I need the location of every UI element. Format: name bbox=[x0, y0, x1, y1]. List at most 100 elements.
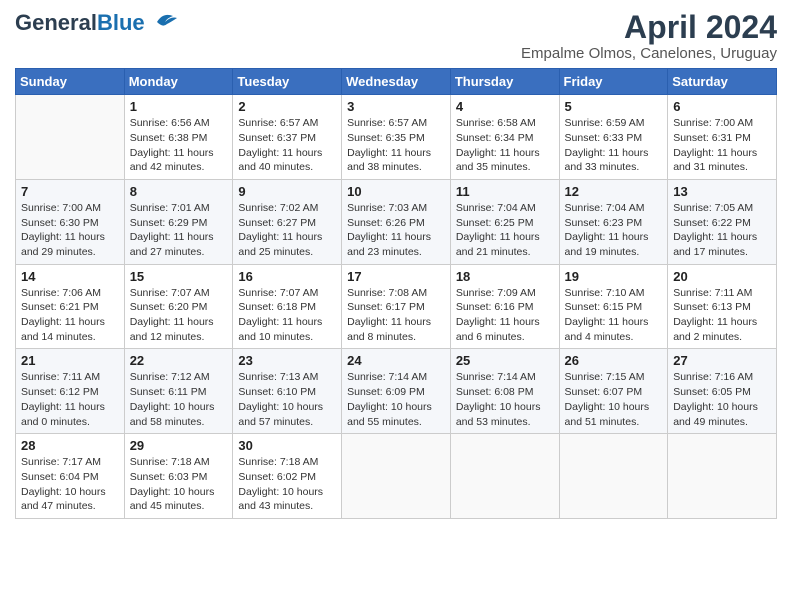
day-number: 2 bbox=[238, 99, 336, 114]
header-thursday: Thursday bbox=[450, 69, 559, 95]
header-row: SundayMondayTuesdayWednesdayThursdayFrid… bbox=[16, 69, 777, 95]
day-cell: 4 Sunrise: 6:58 AM Sunset: 6:34 PM Daylig… bbox=[450, 95, 559, 180]
day-number: 25 bbox=[456, 353, 554, 368]
month-title: April 2024 bbox=[521, 10, 777, 45]
day-info: Sunrise: 7:18 AM Sunset: 6:02 PM Dayligh… bbox=[238, 455, 336, 514]
day-cell: 19 Sunrise: 7:10 AM Sunset: 6:15 PM Dayli… bbox=[559, 264, 668, 349]
day-number: 3 bbox=[347, 99, 445, 114]
day-cell: 6Sunrise: 7:00 AM Sunset: 6:31 PM Daylig… bbox=[668, 95, 777, 180]
day-number: 30 bbox=[238, 438, 336, 453]
day-cell bbox=[450, 434, 559, 519]
header-tuesday: Tuesday bbox=[233, 69, 342, 95]
header-friday: Friday bbox=[559, 69, 668, 95]
day-cell: 22Sunrise: 7:12 AM Sunset: 6:11 PM Dayli… bbox=[124, 349, 233, 434]
day-number: 22 bbox=[130, 353, 228, 368]
day-cell: 28 Sunrise: 7:17 AM Sunset: 6:04 PM Dayli… bbox=[16, 434, 125, 519]
day-cell: 7 Sunrise: 7:00 AM Sunset: 6:30 PM Daylig… bbox=[16, 179, 125, 264]
day-info: Sunrise: 7:11 AM Sunset: 6:12 PM Dayligh… bbox=[21, 370, 119, 429]
day-cell: 10 Sunrise: 7:03 AM Sunset: 6:26 PM Dayli… bbox=[342, 179, 451, 264]
header-sunday: Sunday bbox=[16, 69, 125, 95]
day-cell: 17Sunrise: 7:08 AM Sunset: 6:17 PM Dayli… bbox=[342, 264, 451, 349]
day-number: 16 bbox=[238, 269, 336, 284]
day-info: Sunrise: 6:57 AM Sunset: 6:35 PM Dayligh… bbox=[347, 116, 445, 175]
day-cell bbox=[668, 434, 777, 519]
day-number: 6 bbox=[673, 99, 771, 114]
day-number: 26 bbox=[565, 353, 663, 368]
day-number: 23 bbox=[238, 353, 336, 368]
day-cell: 25 Sunrise: 7:14 AM Sunset: 6:08 PM Dayli… bbox=[450, 349, 559, 434]
day-info: Sunrise: 7:14 AM Sunset: 6:08 PM Dayligh… bbox=[456, 370, 554, 429]
day-number: 24 bbox=[347, 353, 445, 368]
day-info: Sunrise: 6:57 AM Sunset: 6:37 PM Dayligh… bbox=[238, 116, 336, 175]
logo-blue: Blue bbox=[97, 10, 145, 36]
day-cell: 9 Sunrise: 7:02 AM Sunset: 6:27 PM Daylig… bbox=[233, 179, 342, 264]
day-info: Sunrise: 7:14 AM Sunset: 6:09 PM Dayligh… bbox=[347, 370, 445, 429]
day-number: 1 bbox=[130, 99, 228, 114]
day-info: Sunrise: 6:56 AM Sunset: 6:38 PM Dayligh… bbox=[130, 116, 228, 175]
week-row-1: 1 Sunrise: 6:56 AM Sunset: 6:38 PM Daylig… bbox=[16, 95, 777, 180]
day-info: Sunrise: 7:13 AM Sunset: 6:10 PM Dayligh… bbox=[238, 370, 336, 429]
day-number: 7 bbox=[21, 184, 119, 199]
day-cell: 29Sunrise: 7:18 AM Sunset: 6:03 PM Dayli… bbox=[124, 434, 233, 519]
day-cell: 11Sunrise: 7:04 AM Sunset: 6:25 PM Dayli… bbox=[450, 179, 559, 264]
day-number: 10 bbox=[347, 184, 445, 199]
calendar-header: SundayMondayTuesdayWednesdayThursdayFrid… bbox=[16, 69, 777, 95]
day-cell: 23 Sunrise: 7:13 AM Sunset: 6:10 PM Dayli… bbox=[233, 349, 342, 434]
day-cell: 12Sunrise: 7:04 AM Sunset: 6:23 PM Dayli… bbox=[559, 179, 668, 264]
day-info: Sunrise: 7:09 AM Sunset: 6:16 PM Dayligh… bbox=[456, 286, 554, 345]
page-header: General Blue April 2024 Empalme Olmos, C… bbox=[15, 10, 777, 62]
day-info: Sunrise: 7:00 AM Sunset: 6:30 PM Dayligh… bbox=[21, 201, 119, 260]
day-number: 15 bbox=[130, 269, 228, 284]
day-info: Sunrise: 7:15 AM Sunset: 6:07 PM Dayligh… bbox=[565, 370, 663, 429]
week-row-3: 14 Sunrise: 7:06 AM Sunset: 6:21 PM Dayli… bbox=[16, 264, 777, 349]
header-saturday: Saturday bbox=[668, 69, 777, 95]
day-cell bbox=[342, 434, 451, 519]
day-cell bbox=[559, 434, 668, 519]
week-row-4: 21 Sunrise: 7:11 AM Sunset: 6:12 PM Dayli… bbox=[16, 349, 777, 434]
day-cell: 3 Sunrise: 6:57 AM Sunset: 6:35 PM Daylig… bbox=[342, 95, 451, 180]
day-number: 8 bbox=[130, 184, 228, 199]
day-info: Sunrise: 7:10 AM Sunset: 6:15 PM Dayligh… bbox=[565, 286, 663, 345]
logo-general: General bbox=[15, 10, 97, 36]
day-number: 28 bbox=[21, 438, 119, 453]
day-info: Sunrise: 7:01 AM Sunset: 6:29 PM Dayligh… bbox=[130, 201, 228, 260]
day-number: 4 bbox=[456, 99, 554, 114]
day-info: Sunrise: 7:16 AM Sunset: 6:05 PM Dayligh… bbox=[673, 370, 771, 429]
day-cell: 14 Sunrise: 7:06 AM Sunset: 6:21 PM Dayli… bbox=[16, 264, 125, 349]
week-row-5: 28 Sunrise: 7:17 AM Sunset: 6:04 PM Dayli… bbox=[16, 434, 777, 519]
logo-bird-icon bbox=[147, 10, 179, 32]
day-info: Sunrise: 7:02 AM Sunset: 6:27 PM Dayligh… bbox=[238, 201, 336, 260]
day-info: Sunrise: 6:58 AM Sunset: 6:34 PM Dayligh… bbox=[456, 116, 554, 175]
day-number: 19 bbox=[565, 269, 663, 284]
day-cell: 26 Sunrise: 7:15 AM Sunset: 6:07 PM Dayli… bbox=[559, 349, 668, 434]
day-number: 9 bbox=[238, 184, 336, 199]
day-info: Sunrise: 7:08 AM Sunset: 6:17 PM Dayligh… bbox=[347, 286, 445, 345]
day-cell: 5Sunrise: 6:59 AM Sunset: 6:33 PM Daylig… bbox=[559, 95, 668, 180]
day-info: Sunrise: 7:06 AM Sunset: 6:21 PM Dayligh… bbox=[21, 286, 119, 345]
location-subtitle: Empalme Olmos, Canelones, Uruguay bbox=[521, 45, 777, 62]
day-cell: 15 Sunrise: 7:07 AM Sunset: 6:20 PM Dayli… bbox=[124, 264, 233, 349]
calendar-table: SundayMondayTuesdayWednesdayThursdayFrid… bbox=[15, 68, 777, 519]
day-cell: 20Sunrise: 7:11 AM Sunset: 6:13 PM Dayli… bbox=[668, 264, 777, 349]
day-cell: 30 Sunrise: 7:18 AM Sunset: 6:02 PM Dayli… bbox=[233, 434, 342, 519]
day-info: Sunrise: 7:05 AM Sunset: 6:22 PM Dayligh… bbox=[673, 201, 771, 260]
day-cell: 8 Sunrise: 7:01 AM Sunset: 6:29 PM Daylig… bbox=[124, 179, 233, 264]
day-number: 20 bbox=[673, 269, 771, 284]
day-info: Sunrise: 7:18 AM Sunset: 6:03 PM Dayligh… bbox=[130, 455, 228, 514]
day-cell: 27Sunrise: 7:16 AM Sunset: 6:05 PM Dayli… bbox=[668, 349, 777, 434]
day-number: 14 bbox=[21, 269, 119, 284]
day-number: 21 bbox=[21, 353, 119, 368]
day-info: Sunrise: 7:03 AM Sunset: 6:26 PM Dayligh… bbox=[347, 201, 445, 260]
day-cell: 13 Sunrise: 7:05 AM Sunset: 6:22 PM Dayli… bbox=[668, 179, 777, 264]
logo: General Blue bbox=[15, 10, 179, 36]
day-cell: 21 Sunrise: 7:11 AM Sunset: 6:12 PM Dayli… bbox=[16, 349, 125, 434]
day-info: Sunrise: 7:07 AM Sunset: 6:20 PM Dayligh… bbox=[130, 286, 228, 345]
day-cell: 1 Sunrise: 6:56 AM Sunset: 6:38 PM Daylig… bbox=[124, 95, 233, 180]
day-cell: 2 Sunrise: 6:57 AM Sunset: 6:37 PM Daylig… bbox=[233, 95, 342, 180]
header-wednesday: Wednesday bbox=[342, 69, 451, 95]
day-info: Sunrise: 7:07 AM Sunset: 6:18 PM Dayligh… bbox=[238, 286, 336, 345]
day-info: Sunrise: 7:04 AM Sunset: 6:23 PM Dayligh… bbox=[565, 201, 663, 260]
day-info: Sunrise: 7:17 AM Sunset: 6:04 PM Dayligh… bbox=[21, 455, 119, 514]
day-cell: 24 Sunrise: 7:14 AM Sunset: 6:09 PM Dayli… bbox=[342, 349, 451, 434]
day-number: 13 bbox=[673, 184, 771, 199]
